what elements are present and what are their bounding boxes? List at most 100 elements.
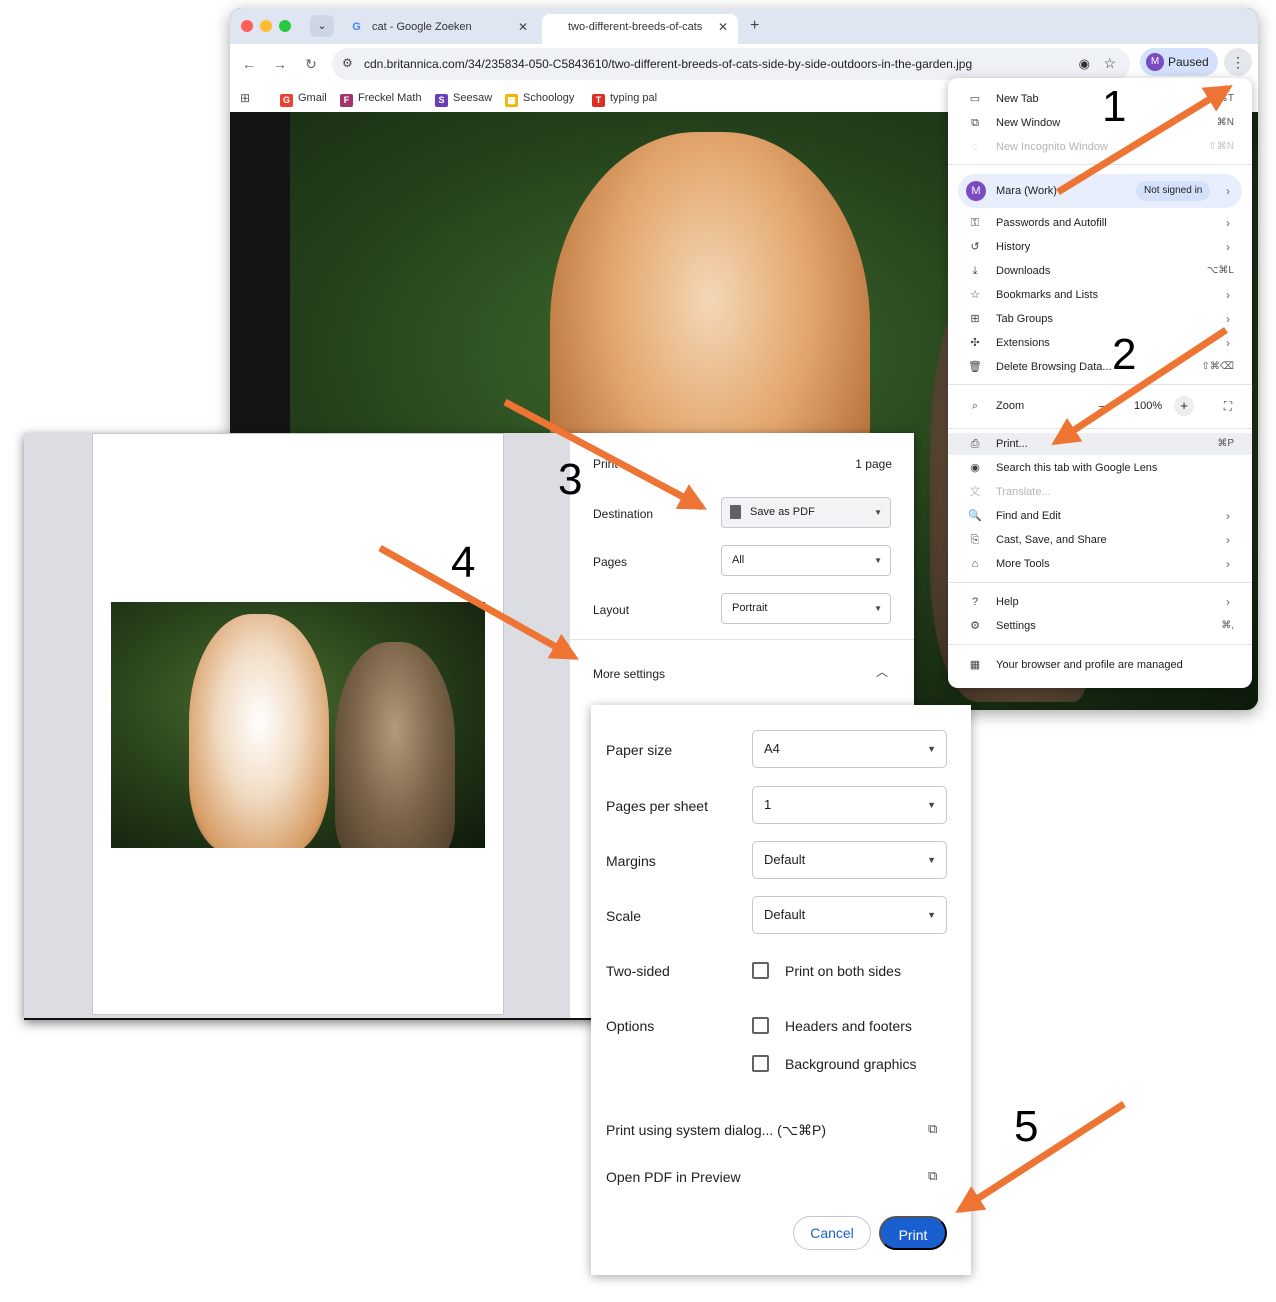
menu-downloads[interactable]: ⤓ Downloads ⌥⌘L	[948, 260, 1252, 282]
printer-icon: ⎙	[970, 438, 980, 450]
menu-label: History	[996, 241, 1031, 253]
paper-size-label: Paper size	[606, 742, 673, 758]
bookmark-schoology[interactable]: ▦ Schoology	[505, 89, 574, 107]
menu-passwords[interactable]: ⚿ Passwords and Autofill ›	[948, 212, 1252, 234]
menu-help[interactable]: ? Help ›	[948, 591, 1252, 613]
lens-icon: ◉	[970, 462, 980, 474]
tab-google-search[interactable]: G cat - Google Zoeken ✕	[342, 14, 538, 44]
menu-google-lens[interactable]: ◉ Search this tab with Google Lens	[948, 457, 1252, 479]
cast-icon: ⎘	[970, 534, 980, 546]
background-graphics-checkbox[interactable]	[752, 1055, 769, 1072]
background-graphics-label[interactable]: Background graphics	[785, 1056, 917, 1072]
bookmark-typing-pal[interactable]: Ttyping pal	[592, 89, 657, 107]
fullscreen-icon[interactable]: ⛶	[1218, 396, 1238, 416]
forward-arrow-icon[interactable]: →	[270, 54, 290, 74]
menu-bookmarks[interactable]: ☆ Bookmarks and Lists ›	[948, 284, 1252, 306]
tab-cat-image[interactable]: two-different-breeds-of-cats ✕	[542, 14, 738, 44]
zoom-in-button[interactable]: +	[1174, 396, 1194, 416]
scale-select[interactable]: Default ▼	[752, 896, 947, 934]
site-info-icon[interactable]: ⚙	[342, 56, 353, 70]
menu-extensions[interactable]: ✣ Extensions ›	[948, 332, 1252, 354]
headers-footers-checkbox[interactable]	[752, 1017, 769, 1034]
open-pdf-preview-link[interactable]: Open PDF in Preview	[606, 1169, 741, 1185]
menu-profile[interactable]: M Mara (Work) Not signed in ›	[958, 174, 1242, 208]
more-settings-toggle[interactable]: More settings	[593, 667, 665, 681]
menu-label: Help	[996, 596, 1019, 608]
new-window-icon: ⧉	[971, 117, 979, 129]
caret-down-icon: ▼	[874, 604, 882, 613]
more-menu-icon[interactable]: ⋮	[1224, 48, 1252, 76]
menu-find-edit[interactable]: 🔍 Find and Edit ›	[948, 505, 1252, 527]
chevron-right-icon: ›	[1226, 336, 1230, 350]
reload-icon[interactable]: ↻	[301, 54, 321, 74]
headers-footers-label[interactable]: Headers and footers	[785, 1018, 912, 1034]
key-icon: ⚿	[970, 217, 980, 229]
menu-more-tools[interactable]: ⌂ More Tools ›	[948, 553, 1252, 575]
caret-down-icon: ▼	[927, 855, 936, 865]
avatar: M	[966, 181, 986, 201]
bookmark-freckel-math[interactable]: F Freckel Math	[340, 89, 422, 107]
menu-divider	[948, 644, 1252, 645]
close-tab-icon[interactable]: ✕	[718, 14, 728, 40]
menu-cast-save-share[interactable]: ⎘ Cast, Save, and Share ›	[948, 529, 1252, 551]
destination-select[interactable]: Save as PDF ▼	[721, 497, 891, 528]
margins-select[interactable]: Default ▼	[752, 841, 947, 879]
pages-select[interactable]: All ▼	[721, 545, 891, 576]
star-icon: ☆	[970, 289, 980, 301]
margins-label: Margins	[606, 853, 656, 869]
bookmark-seesaw[interactable]: S Seesaw	[435, 89, 492, 107]
puzzle-icon: ✣	[970, 337, 980, 349]
open-external-icon[interactable]: ⧉	[928, 1169, 942, 1183]
print-button[interactable]: Print	[879, 1216, 947, 1250]
menu-history[interactable]: ↺ History ›	[948, 236, 1252, 258]
preview-tabby-cat	[335, 642, 455, 848]
print-both-sides-checkbox[interactable]	[752, 962, 769, 979]
schoology-icon: ▦	[505, 94, 518, 107]
close-window-button[interactable]	[241, 20, 253, 32]
url-text[interactable]: cdn.britannica.com/34/235834-050-C584361…	[364, 48, 972, 80]
menu-label: Find and Edit	[996, 510, 1061, 522]
menu-label: New Window	[996, 117, 1061, 129]
pages-per-sheet-select[interactable]: 1 ▼	[752, 786, 947, 824]
zoom-out-button[interactable]: −	[1098, 394, 1106, 418]
bookmark-star-icon[interactable]: ☆	[1103, 55, 1116, 72]
close-tab-icon[interactable]: ✕	[518, 14, 528, 40]
find-icon: 🔍	[968, 510, 982, 522]
menu-new-tab[interactable]: ▭ New Tab ⌘T	[948, 88, 1252, 110]
menu-tab-groups[interactable]: ⊞ Tab Groups ›	[948, 308, 1252, 330]
apps-grid-icon[interactable]: ⊞	[240, 89, 250, 107]
options-label: Options	[606, 1018, 655, 1034]
paper-size-select[interactable]: A4 ▼	[752, 730, 947, 768]
address-bar[interactable]: ⚙ cdn.britannica.com/34/235834-050-C5843…	[332, 48, 1130, 80]
new-tab-plus-icon[interactable]: +	[750, 14, 759, 38]
profile-status: Paused	[1168, 55, 1209, 69]
bookmark-label: typing pal	[610, 92, 658, 104]
zoom-icon: ⌕	[971, 400, 979, 412]
menu-new-incognito: ◌ New Incognito Window ⇧⌘N	[948, 136, 1252, 158]
menu-divider	[948, 428, 1252, 429]
system-dialog-link[interactable]: Print using system dialog... (⌥⌘P)	[606, 1122, 826, 1139]
maximize-window-button[interactable]	[279, 20, 291, 32]
menu-label: Bookmarks and Lists	[996, 289, 1099, 301]
bookmark-gmail[interactable]: G Gmail	[280, 89, 327, 107]
menu-new-window[interactable]: ⧉ New Window ⌘N	[948, 112, 1252, 134]
menu-managed[interactable]: ▦ Your browser and profile are managed	[948, 654, 1252, 676]
cancel-button[interactable]: Cancel	[793, 1216, 871, 1250]
minimize-window-button[interactable]	[260, 20, 272, 32]
select-value: 1	[764, 797, 772, 812]
google-lens-icon[interactable]: ◉	[1079, 56, 1090, 72]
menu-delete-data[interactable]: 🗑 Delete Browsing Data... ⇧⌘⌫	[948, 356, 1252, 378]
tab-search-chevron-icon[interactable]: ⌄	[310, 15, 334, 37]
menu-settings[interactable]: ⚙ Settings ⌘,	[948, 615, 1252, 637]
print-both-sides-label[interactable]: Print on both sides	[785, 963, 901, 979]
open-external-icon[interactable]: ⧉	[928, 1122, 942, 1136]
menu-print[interactable]: ⎙ Print... ⌘P	[948, 433, 1252, 455]
google-icon: G	[352, 21, 361, 33]
annotation-number-4: 4	[451, 538, 476, 587]
chevron-up-icon[interactable]: ︿	[876, 663, 888, 680]
menu-shortcut: ⌘N	[1216, 117, 1234, 128]
back-arrow-icon[interactable]: ←	[239, 54, 259, 74]
menu-label: New Incognito Window	[996, 141, 1108, 153]
layout-select[interactable]: Portrait ▼	[721, 593, 891, 624]
profile-paused-button[interactable]: M Paused	[1140, 48, 1218, 76]
